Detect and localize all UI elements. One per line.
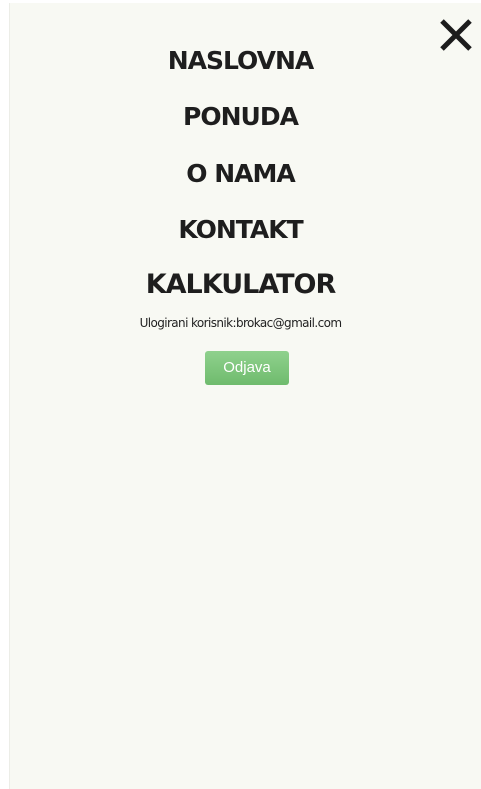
logged-in-label: Ulogirani korisnik:	[139, 316, 237, 330]
nav-item-ponuda[interactable]: PONUDA	[0, 102, 481, 132]
user-email: brokac@gmail.com	[235, 316, 342, 330]
nav-item-kontakt[interactable]: KONTAKT	[0, 215, 481, 245]
nav-item-o-nama[interactable]: O NAMA	[0, 159, 481, 189]
logged-in-user: Ulogirani korisnik:brokac@gmail.com	[0, 315, 481, 331]
logout-button[interactable]: Odjava	[205, 351, 289, 385]
nav-item-kalkulator[interactable]: KALKULATOR	[0, 270, 481, 300]
nav-item-naslovna[interactable]: NASLOVNA	[0, 46, 481, 76]
